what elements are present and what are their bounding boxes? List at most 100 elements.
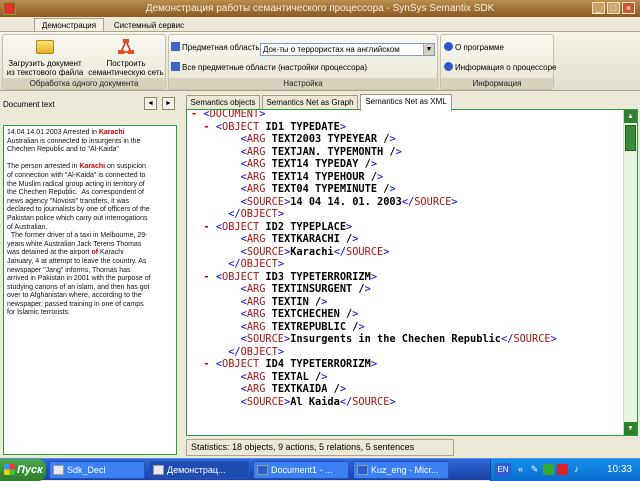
xml-line: <ARG TEXT2003 TYPEYEAR /> — [240, 133, 396, 145]
all-areas-label: Все предметные области (настройки процес… — [182, 63, 368, 72]
subject-area-select[interactable]: Док-ты о террористах на английском ▼ — [260, 43, 435, 56]
xml-line: </OBJECT> — [228, 258, 285, 270]
xml-content: - <DOCUMENT> - <OBJECT ID1 TYPEDATE> <AR… — [191, 110, 621, 408]
xml-line: - <OBJECT ID1 TYPEDATE> — [203, 120, 347, 133]
close-button[interactable]: × — [622, 2, 635, 14]
about-label: О программе — [455, 43, 504, 52]
semantics-panel: Semantics objects Semantics Net as Graph… — [182, 91, 640, 458]
xml-line: <SOURCE>Al Kaida</SOURCE> — [240, 395, 396, 408]
word-icon — [357, 465, 368, 475]
info-icon — [444, 62, 453, 71]
xml-line: <ARG TEXT04 TYPEMINUTE /> — [240, 183, 396, 195]
all-areas-button[interactable]: Все предметные области (настройки процес… — [171, 61, 367, 75]
group-document-label: Обработка одного документа — [3, 78, 165, 89]
xml-line: <ARG TEXTJAN. TYPEMONTH /> — [240, 145, 402, 158]
tray-shield-icon[interactable] — [557, 464, 568, 475]
tray-network-icon[interactable] — [543, 464, 554, 475]
scroll-thumb[interactable] — [625, 125, 636, 151]
title-bar: Демонстрация работы семантического проце… — [0, 0, 640, 17]
tab-demo[interactable]: Демонстрация — [34, 18, 104, 32]
xml-line: <ARG TEXTAL /> — [240, 370, 328, 383]
xml-line: - <OBJECT ID3 TYPETERRORIZM> — [203, 270, 378, 283]
tab-system-service[interactable]: Системный сервис — [108, 18, 190, 32]
document-text-area[interactable]: 14.04 14.01.2003 Arrested in Karachi Aus… — [3, 125, 177, 455]
tab-semantics-graph[interactable]: Semantics Net as Graph — [262, 95, 358, 110]
processor-info-button[interactable]: Информация о процессоре — [444, 61, 556, 75]
document-text-segment: The person arrested in — [7, 163, 80, 171]
processor-info-label: Информация о процессоре — [455, 63, 557, 72]
xml-line: </OBJECT> — [228, 345, 285, 358]
xml-line: <SOURCE>Insurgents in the Chechen Republ… — [240, 333, 557, 345]
minimize-button[interactable]: _ — [592, 2, 605, 14]
load-document-button[interactable]: Загрузить документ из текстового файла — [5, 37, 85, 79]
group-info-label: Информация — [441, 78, 553, 89]
system-tray: EN « ✎ ♪ 10:33 — [490, 459, 640, 481]
document-text-segment: on suspicion of connection with "Al-Kaid… — [7, 163, 150, 257]
start-button[interactable]: Пуск — [0, 459, 46, 481]
xml-view[interactable]: - <DOCUMENT> - <OBJECT ID1 TYPEDATE> <AR… — [186, 109, 638, 436]
document-text-segment: 14.04 14.01.2003 Arrested in — [7, 129, 99, 136]
semantic-net-icon — [118, 39, 134, 54]
xml-line: <ARG TEXTIN /> — [240, 295, 328, 308]
about-button[interactable]: О программе — [444, 41, 504, 55]
collapse-icon[interactable]: - — [203, 271, 209, 283]
group-info: О программе Информация о процессоре Инфо… — [440, 34, 556, 90]
app-icon — [153, 465, 164, 475]
highlighted-entity: Karachi — [79, 163, 106, 171]
tray-volume-icon[interactable]: ♪ — [571, 464, 582, 475]
scroll-up-icon[interactable]: ▲ — [624, 110, 637, 123]
xml-line: <ARG TEXT14 TYPEHOUR /> — [240, 170, 384, 183]
vertical-scrollbar[interactable]: ▲ ▼ — [623, 110, 637, 435]
group-document: Загрузить документ из текстового файла П… — [2, 34, 166, 90]
subject-area-value: Док-ты о террористах на английском — [263, 45, 400, 54]
group-settings: Предметная область Док-ты о террористах … — [168, 34, 438, 90]
next-button[interactable]: ► — [162, 97, 175, 110]
collapse-icon[interactable]: - — [191, 110, 197, 120]
ribbon: Загрузить документ из текстового файла П… — [0, 31, 640, 91]
document-text-panel: Document text ◄ ► 14.04 14.01.2003 Arres… — [0, 91, 180, 458]
collapse-icon[interactable]: - — [203, 358, 209, 370]
load-document-label: Загрузить документ из текстового файла — [6, 59, 84, 77]
xml-line: - <OBJECT ID2 TYPEPLACE> — [203, 220, 353, 233]
tray-chevron-icon[interactable]: « — [515, 464, 526, 475]
taskbar-item-document1[interactable]: Document1 - ... — [253, 461, 349, 479]
tab-semantics-xml[interactable]: Semantics Net as XML — [360, 94, 452, 111]
scroll-down-icon[interactable]: ▼ — [624, 422, 637, 435]
maximize-button[interactable]: □ — [607, 2, 620, 14]
group-settings-label: Настройка — [169, 78, 437, 89]
xml-line: <ARG TEXTKARACHI /> — [240, 233, 359, 245]
tab-semantics-objects[interactable]: Semantics objects — [186, 95, 260, 110]
document-text-segment: Karachi January, 4 at attempt to leave t… — [7, 249, 151, 317]
xml-line: <SOURCE>14 04 14. 01. 2003</SOURCE> — [240, 195, 458, 208]
window-icon — [53, 465, 64, 475]
question-icon — [444, 42, 453, 51]
folder-icon — [36, 40, 54, 54]
prev-button[interactable]: ◄ — [144, 97, 157, 110]
xml-line: <ARG TEXTCHECHEN /> — [240, 308, 359, 320]
build-net-button[interactable]: Построить семантическую сеть — [87, 37, 165, 79]
document-text-title: Document text — [3, 100, 55, 109]
language-indicator[interactable]: EN — [495, 463, 511, 476]
subject-area-button[interactable]: Предметная область — [171, 41, 260, 55]
collapse-icon[interactable]: - — [203, 221, 209, 233]
ribbon-tabs: Демонстрация Системный сервис — [0, 17, 640, 32]
subject-area-icon — [171, 42, 180, 51]
xml-line: - <OBJECT ID4 TYPETERRORIZM> — [203, 358, 378, 370]
taskbar-item-kuz-eng[interactable]: Kuz_eng - Micr... — [353, 461, 449, 479]
highlighted-entity: Karachi — [98, 129, 125, 136]
xml-line: <ARG TEXTKAIDA /> — [240, 383, 347, 395]
taskbar: Пуск Sdk_Decl Демонстрац... Document1 - … — [0, 458, 640, 481]
xml-line: <ARG TEXTREPUBLIC /> — [240, 320, 365, 333]
build-net-label: Построить семантическую сеть — [88, 59, 164, 77]
taskbar-item-sdk-decl[interactable]: Sdk_Decl — [49, 461, 145, 479]
xml-line: <ARG TEXTINSURGENT /> — [240, 283, 371, 295]
chevron-down-icon[interactable]: ▼ — [423, 44, 434, 55]
taskbar-item-demo[interactable]: Демонстрац... — [149, 461, 249, 479]
word-icon — [257, 465, 268, 475]
subject-area-label: Предметная область — [182, 43, 260, 52]
xml-line: <SOURCE>Karachi</SOURCE> — [240, 245, 390, 258]
xml-line: </OBJECT> — [228, 208, 285, 220]
tray-tool-icon[interactable]: ✎ — [529, 464, 540, 475]
collapse-icon[interactable]: - — [203, 121, 209, 133]
start-label: Пуск — [17, 464, 43, 476]
